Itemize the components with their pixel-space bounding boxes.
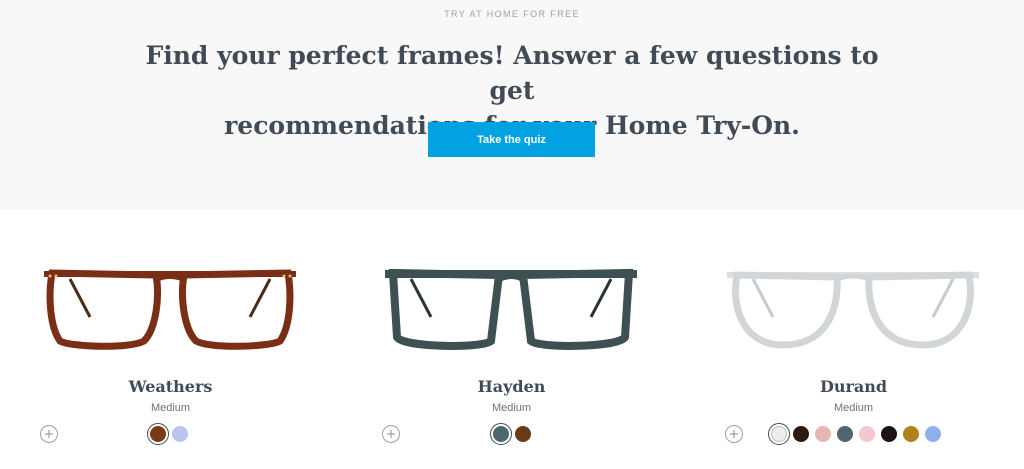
glasses-image[interactable] — [40, 267, 300, 357]
plus-icon — [387, 430, 395, 438]
color-swatch-slate[interactable] — [490, 423, 512, 445]
color-swatch-light-blue[interactable] — [925, 426, 941, 442]
product-name: Weathers — [128, 377, 213, 396]
product-card-durand[interactable]: Durand Medium — [683, 209, 1024, 469]
glasses-frame-shape — [44, 269, 296, 350]
glasses-image[interactable] — [381, 267, 641, 357]
color-swatches — [147, 423, 188, 445]
glasses-frame-shape — [727, 271, 979, 349]
color-swatch-blue[interactable] — [172, 426, 188, 442]
hero-headline-line1: Find your perfect frames! Answer a few q… — [145, 41, 879, 105]
color-swatch-tortoise[interactable] — [147, 423, 169, 445]
color-swatch-black-tortoise[interactable] — [793, 426, 809, 442]
color-swatch-crystal[interactable] — [768, 423, 790, 445]
glasses-image[interactable] — [723, 267, 983, 357]
product-name: Hayden — [477, 377, 546, 396]
color-swatch-black[interactable] — [881, 426, 897, 442]
take-quiz-button[interactable]: Take the quiz — [428, 122, 595, 157]
add-to-try-on-button[interactable] — [382, 425, 400, 443]
product-card-hayden[interactable]: Hayden Medium — [341, 209, 682, 469]
color-swatches — [768, 423, 941, 445]
color-swatch-tortoise[interactable] — [515, 426, 531, 442]
hero-eyebrow: TRY AT HOME FOR FREE — [444, 9, 580, 19]
product-grid: Weathers Medium Hayden Medium Durand Med… — [0, 209, 1024, 469]
product-width: Medium — [491, 402, 532, 414]
product-name: Durand — [819, 377, 888, 396]
product-width: Medium — [150, 402, 191, 414]
add-to-try-on-button[interactable] — [40, 425, 58, 443]
color-swatch-gold[interactable] — [903, 426, 919, 442]
product-width: Medium — [833, 402, 874, 414]
hero-banner: TRY AT HOME FOR FREE Find your perfect f… — [0, 0, 1024, 209]
glasses-frame-shape — [385, 268, 637, 350]
product-card-weathers[interactable]: Weathers Medium — [0, 209, 341, 469]
color-swatch-slate[interactable] — [837, 426, 853, 442]
plus-icon — [45, 430, 53, 438]
color-swatches — [490, 423, 531, 445]
color-swatch-pink[interactable] — [859, 426, 875, 442]
plus-icon — [730, 430, 738, 438]
add-to-try-on-button[interactable] — [725, 425, 743, 443]
color-swatch-rose[interactable] — [815, 426, 831, 442]
